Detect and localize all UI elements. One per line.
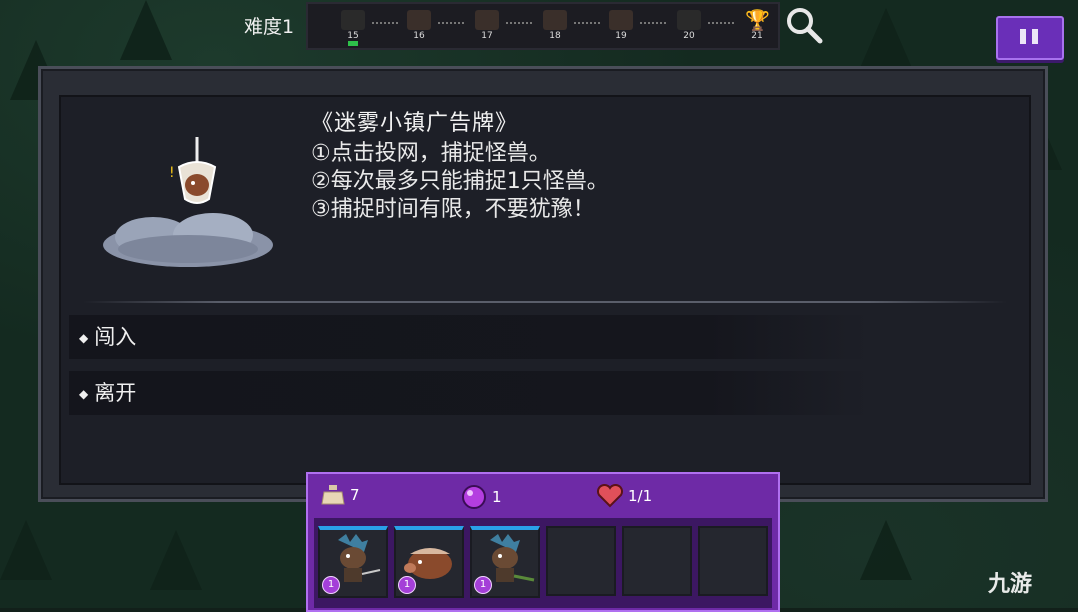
divider (83, 301, 1007, 303)
search-button[interactable] (784, 5, 824, 45)
stage-number: 15 (347, 31, 359, 41)
inventory-panel: 7 1 1/1 1 1 1 (306, 472, 780, 612)
level-badge: 1 (398, 576, 416, 594)
watermark-logo: 九游 (988, 572, 1033, 597)
current-stage-marker (348, 41, 358, 46)
heart-icon (596, 484, 624, 508)
pause-button[interactable] (996, 16, 1064, 60)
stage-number: 21 (751, 31, 763, 41)
orb-count: 1 (492, 488, 502, 506)
diamond-bullet-icon: ◆ (79, 331, 89, 345)
battle-stage-icon (609, 10, 633, 30)
stage-19[interactable]: 19 (604, 8, 638, 44)
stage-15[interactable]: 15 (336, 8, 370, 46)
boss-stage-icon (677, 10, 701, 30)
event-title: 《迷雾小镇广告牌》 (311, 111, 519, 136)
stage-number: 20 (683, 31, 695, 41)
level-badge: 1 (322, 576, 340, 594)
option-leave[interactable]: ◆ 离开 (69, 371, 869, 415)
hp-value: 1/1 (628, 487, 653, 505)
option-label: 离开 (94, 381, 137, 405)
option-break-in[interactable]: ◆ 闯入 (69, 315, 869, 359)
diamond-bullet-icon: ◆ (79, 387, 89, 401)
purple-orb-icon (462, 485, 486, 509)
event-dialog: ! 《迷雾小镇广告牌》 ①点击投网，捕捉怪兽。 ②每次最多只能捕捉1只怪兽。 ③… (38, 66, 1048, 502)
team-slot-empty[interactable] (698, 526, 768, 596)
boss-stage-icon (341, 10, 365, 30)
pause-icon (1020, 29, 1026, 44)
stage-number: 19 (615, 31, 627, 41)
potion-counter: 7 (320, 484, 360, 506)
stage-20[interactable]: 20 (672, 8, 706, 44)
battle-stage-icon (407, 10, 431, 30)
stage-18[interactable]: 18 (538, 8, 572, 44)
team-slot-empty[interactable] (546, 526, 616, 596)
stage-21[interactable]: 🏆 21 (740, 8, 774, 44)
team-slot[interactable]: 1 (470, 526, 540, 598)
level-badge: 1 (474, 576, 492, 594)
potion-jar-icon (321, 485, 345, 505)
difficulty-label: 难度1 (244, 16, 295, 38)
stage-16[interactable]: 16 (402, 8, 436, 44)
svg-text:!: ! (169, 165, 175, 181)
stage-number: 16 (413, 31, 425, 41)
trophy-icon: 🏆 (745, 8, 770, 32)
team-slot[interactable]: 1 (394, 526, 464, 598)
team-slot-empty[interactable] (622, 526, 692, 596)
stage-number: 18 (549, 31, 561, 41)
magnifier-icon (787, 8, 823, 44)
net-monster-illustration: ! (103, 137, 273, 267)
stage-progress-bar: 15 16 17 18 19 20 🏆 21 (306, 2, 780, 50)
option-label: 闯入 (94, 325, 137, 349)
stage-number: 17 (481, 31, 493, 41)
orb-counter: 1 (460, 484, 502, 510)
event-content: ! 《迷雾小镇广告牌》 ①点击投网，捕捉怪兽。 ②每次最多只能捕捉1只怪兽。 ③… (59, 95, 1031, 485)
potion-count: 7 (350, 486, 360, 504)
hp-counter: 1/1 (596, 484, 652, 508)
battle-stage-icon (475, 10, 499, 30)
stage-17[interactable]: 17 (470, 8, 504, 44)
team-slot[interactable]: 1 (318, 526, 388, 598)
battle-stage-icon (543, 10, 567, 30)
event-description-line: ③捕捉时间有限，不要犹豫！ (311, 197, 595, 222)
team-slots: 1 1 1 (314, 518, 772, 608)
